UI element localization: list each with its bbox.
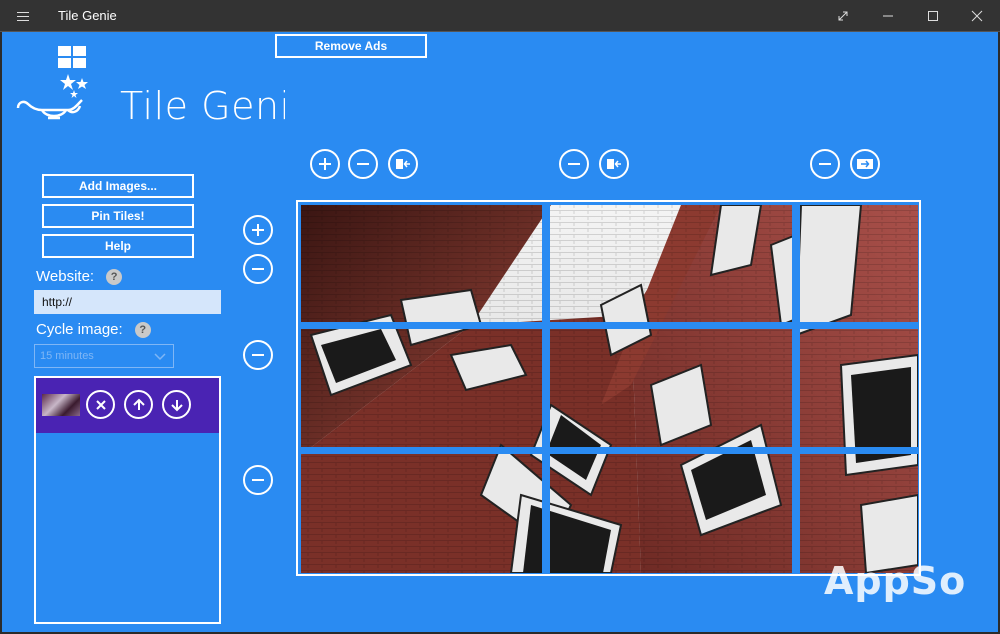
arrow-up-circle-icon (132, 398, 145, 410)
minus-circle-icon (252, 354, 264, 356)
chevron-down-icon (154, 353, 166, 361)
cycle-interval-value: 15 minutes (40, 350, 94, 362)
hamburger-menu-icon[interactable] (12, 8, 34, 24)
minus-circle-icon (252, 479, 264, 481)
watermark-text: AppSo (824, 559, 967, 603)
app-canvas: Tile Genie Remove Ads Add Images... Pin … (2, 32, 998, 632)
building-photo (301, 205, 918, 573)
move-column-left-button[interactable] (599, 149, 629, 179)
maximize-icon[interactable] (910, 0, 956, 32)
remove-column-button[interactable] (348, 149, 378, 179)
website-label: Website: (36, 268, 95, 285)
minus-circle-icon (357, 163, 369, 165)
delete-image-button[interactable] (86, 390, 115, 419)
remove-row-button[interactable] (243, 254, 273, 284)
grid-divider (792, 205, 800, 573)
cycle-interval-dropdown[interactable]: 15 minutes (34, 344, 174, 368)
plus-circle-icon (252, 224, 264, 236)
move-left-icon (607, 159, 621, 169)
arrow-down-circle-icon (170, 399, 183, 411)
cycle-image-label: Cycle image: (36, 321, 123, 338)
minus-circle-icon (568, 163, 580, 165)
plus-circle-icon (319, 158, 331, 170)
add-row-button[interactable] (243, 215, 273, 245)
grid-divider (301, 447, 918, 454)
remove-row-button[interactable] (243, 465, 273, 495)
close-icon[interactable] (954, 0, 1000, 32)
website-help-icon[interactable]: ? (106, 268, 123, 285)
app-logo-text: Tile Genie (120, 84, 285, 128)
move-right-icon (857, 159, 873, 169)
window-title: Tile Genie (58, 8, 117, 23)
fullscreen-icon[interactable] (820, 0, 866, 32)
tile-grid[interactable] (296, 200, 921, 576)
app-logo: Tile Genie (12, 44, 285, 128)
move-left-icon (396, 159, 410, 169)
remove-row-button[interactable] (243, 340, 273, 370)
pin-tiles-button[interactable]: Pin Tiles! (42, 204, 194, 228)
add-images-button[interactable]: Add Images... (42, 174, 194, 198)
move-image-down-button[interactable] (162, 390, 191, 419)
cycle-label-row: Cycle image: ? (36, 321, 151, 338)
genie-lamp-icon (16, 46, 88, 120)
remove-column-button[interactable] (559, 149, 589, 179)
grid-divider (301, 322, 918, 329)
add-column-button[interactable] (310, 149, 340, 179)
image-thumbnail (42, 394, 80, 416)
move-image-up-button[interactable] (124, 390, 153, 419)
list-item[interactable] (36, 378, 219, 433)
move-column-left-button[interactable] (388, 149, 418, 179)
title-bar: Tile Genie (0, 0, 1000, 32)
cycle-help-icon[interactable]: ? (134, 321, 151, 338)
remove-ads-button[interactable]: Remove Ads (275, 34, 427, 58)
close-circle-icon (95, 399, 106, 410)
help-button[interactable]: Help (42, 234, 194, 258)
website-label-row: Website: ? (36, 268, 123, 285)
minimize-icon[interactable] (865, 0, 911, 32)
website-input[interactable] (34, 290, 221, 314)
image-list[interactable] (34, 376, 221, 624)
minus-circle-icon (252, 268, 264, 270)
tile-image (301, 205, 918, 573)
grid-divider (542, 205, 550, 573)
minus-circle-icon (819, 163, 831, 165)
remove-column-button[interactable] (810, 149, 840, 179)
move-column-right-button[interactable] (850, 149, 880, 179)
